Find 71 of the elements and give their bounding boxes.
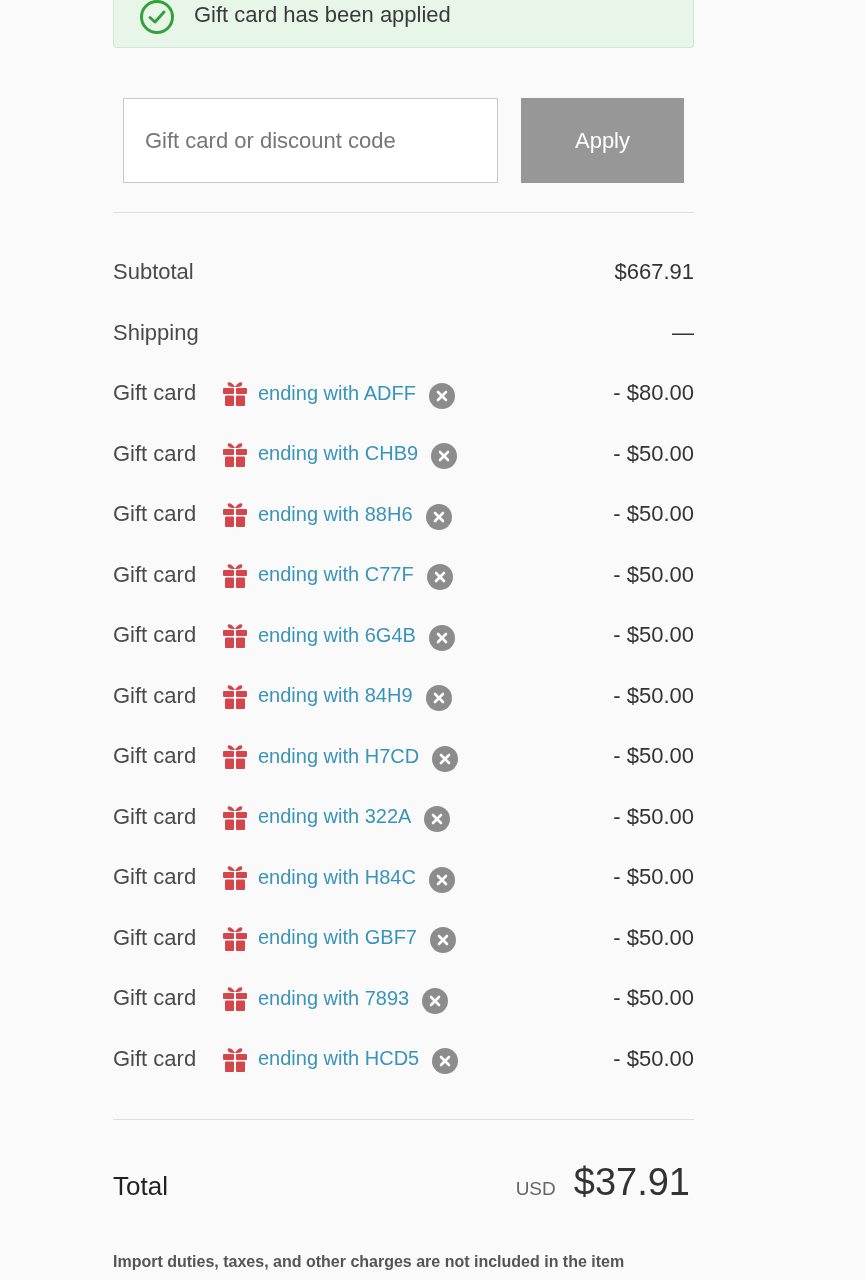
gift-card-code: ending with ADFF (258, 381, 416, 405)
gift-icon (222, 743, 248, 770)
summary-value: - $50.00 (613, 1045, 694, 1072)
gift-icon (222, 803, 248, 830)
summary-label: Gift card (113, 924, 198, 951)
summary-value: — (672, 319, 694, 346)
summary-label: Gift card (113, 622, 198, 649)
summary-value: - $50.00 (613, 622, 694, 649)
gift-card-code: ending with GBF7 (258, 926, 417, 950)
summary-label: Gift card (113, 864, 198, 891)
gift-icon (222, 561, 248, 588)
close-icon[interactable] (422, 987, 449, 1014)
summary-label: Gift card (113, 1045, 198, 1072)
gift-icon (222, 380, 248, 407)
summary-label: Gift card (113, 803, 198, 830)
close-icon[interactable] (425, 685, 452, 712)
gift-card-code: ending with 6G4B (258, 623, 416, 647)
total-amount: $37.91 (573, 1161, 690, 1204)
gift-card-code: ending with H7CD (258, 744, 420, 768)
import-duties-note: Import duties, taxes, and other charges are not included in the item (113, 1253, 626, 1271)
close-icon[interactable] (425, 503, 452, 530)
gift-icon (222, 622, 248, 649)
total-label: Total (113, 1171, 168, 1202)
gift-icon (222, 924, 248, 951)
gift-card-code: ending with 88H6 (258, 502, 413, 526)
close-icon[interactable] (426, 564, 453, 591)
summary-value: - $50.00 (613, 924, 694, 951)
summary-value: - $50.00 (613, 501, 694, 528)
close-icon[interactable] (430, 927, 456, 954)
gift-card-code: ending with H84C (258, 865, 416, 889)
gift-icon (222, 440, 248, 467)
summary-label: Gift card (113, 380, 198, 407)
gift-icon (222, 864, 248, 891)
discount-code-field[interactable]: Gift card or discount code (123, 98, 498, 183)
gift-card-code: ending with 322A (258, 805, 412, 829)
close-icon[interactable] (428, 382, 455, 409)
summary-value: - $50.00 (613, 743, 694, 770)
gift-icon (222, 682, 248, 709)
summary-label: Subtotal (113, 259, 195, 286)
close-icon[interactable] (424, 806, 451, 833)
currency-code: USD (515, 1178, 556, 1200)
gift-card-code: ending with C77F (258, 563, 414, 587)
summary-label: Gift card (113, 501, 198, 528)
close-icon[interactable] (428, 624, 455, 651)
summary-value: - $50.00 (613, 803, 694, 830)
summary-label: Gift card (113, 985, 198, 1012)
summary-value: - $50.00 (613, 864, 694, 891)
gift-icon (222, 1045, 248, 1072)
gift-card-code: ending with 84H9 (258, 684, 413, 708)
gift-card-code: ending with CHB9 (258, 442, 419, 466)
summary-value: $667.91 (614, 259, 694, 286)
gift-card-code: ending with 7893 (258, 986, 410, 1010)
summary-value: - $50.00 (613, 985, 694, 1012)
check-circle-icon (140, 0, 174, 34)
summary-label: Shipping (113, 319, 200, 346)
summary-value: - $50.00 (613, 440, 694, 467)
close-icon[interactable] (432, 1048, 459, 1075)
summary-label: Gift card (113, 561, 198, 588)
gift-icon (222, 985, 248, 1012)
gift-card-code: ending with HCD5 (258, 1047, 420, 1071)
close-icon[interactable] (432, 745, 459, 772)
close-icon[interactable] (431, 443, 458, 470)
summary-value: - $50.00 (613, 561, 694, 588)
close-icon[interactable] (428, 866, 455, 893)
summary-label: Gift card (113, 682, 198, 709)
summary-label: Gift card (113, 743, 198, 770)
summary-value: - $50.00 (613, 682, 694, 709)
gift-icon (222, 501, 248, 528)
summary-label: Gift card (113, 440, 198, 467)
banner-message: Gift card has been applied (194, 2, 451, 28)
summary-value: - $80.00 (613, 380, 694, 407)
